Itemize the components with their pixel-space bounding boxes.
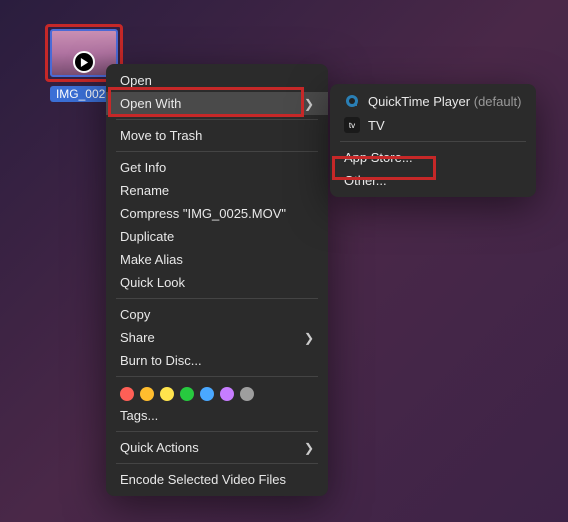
tv-icon: tv — [344, 117, 360, 133]
tag-yellow[interactable] — [160, 387, 174, 401]
tag-purple[interactable] — [220, 387, 234, 401]
menu-quick-actions-label: Quick Actions — [120, 440, 199, 455]
menu-make-alias[interactable]: Make Alias — [106, 248, 328, 271]
tag-gray[interactable] — [240, 387, 254, 401]
divider — [116, 463, 318, 464]
menu-copy-label: Copy — [120, 307, 150, 322]
menu-burn[interactable]: Burn to Disc... — [106, 349, 328, 372]
menu-quick-actions[interactable]: Quick Actions ❯ — [106, 436, 328, 459]
divider — [116, 119, 318, 120]
divider — [116, 298, 318, 299]
menu-compress[interactable]: Compress "IMG_0025.MOV" — [106, 202, 328, 225]
tag-color-row — [106, 381, 328, 404]
submenu-app-store[interactable]: App Store... — [330, 146, 536, 169]
menu-make-alias-label: Make Alias — [120, 252, 183, 267]
chevron-right-icon: ❯ — [304, 441, 314, 455]
menu-rename-label: Rename — [120, 183, 169, 198]
chevron-right-icon: ❯ — [304, 331, 314, 345]
menu-duplicate-label: Duplicate — [120, 229, 174, 244]
divider — [116, 431, 318, 432]
menu-share[interactable]: Share ❯ — [106, 326, 328, 349]
menu-encode-label: Encode Selected Video Files — [120, 472, 286, 487]
menu-open-label: Open — [120, 73, 152, 88]
tag-orange[interactable] — [140, 387, 154, 401]
submenu-quicktime-default: (default) — [474, 94, 522, 109]
menu-quick-look[interactable]: Quick Look — [106, 271, 328, 294]
tag-green[interactable] — [180, 387, 194, 401]
menu-move-to-trash[interactable]: Move to Trash — [106, 124, 328, 147]
menu-open-with-label: Open With — [120, 96, 181, 111]
submenu-tv-label: TV — [368, 118, 385, 133]
quicktime-icon — [344, 93, 360, 109]
chevron-right-icon: ❯ — [304, 97, 314, 111]
menu-burn-label: Burn to Disc... — [120, 353, 202, 368]
menu-quick-look-label: Quick Look — [120, 275, 185, 290]
menu-get-info[interactable]: Get Info — [106, 156, 328, 179]
menu-tags-label: Tags... — [120, 408, 158, 423]
menu-compress-label: Compress "IMG_0025.MOV" — [120, 206, 286, 221]
menu-encode[interactable]: Encode Selected Video Files — [106, 468, 328, 491]
menu-share-label: Share — [120, 330, 155, 345]
menu-tags[interactable]: Tags... — [106, 404, 328, 427]
open-with-submenu: QuickTime Player (default) tv TV App Sto… — [330, 84, 536, 197]
submenu-tv[interactable]: tv TV — [330, 113, 536, 137]
divider — [116, 151, 318, 152]
tag-blue[interactable] — [200, 387, 214, 401]
tag-red[interactable] — [120, 387, 134, 401]
play-icon — [73, 51, 95, 73]
menu-duplicate[interactable]: Duplicate — [106, 225, 328, 248]
menu-move-to-trash-label: Move to Trash — [120, 128, 202, 143]
menu-rename[interactable]: Rename — [106, 179, 328, 202]
divider — [340, 141, 526, 142]
submenu-app-store-label: App Store... — [344, 150, 413, 165]
menu-copy[interactable]: Copy — [106, 303, 328, 326]
menu-get-info-label: Get Info — [120, 160, 166, 175]
submenu-quicktime-label: QuickTime Player — [368, 94, 470, 109]
submenu-other[interactable]: Other... — [330, 169, 536, 192]
submenu-quicktime[interactable]: QuickTime Player (default) — [330, 89, 536, 113]
submenu-other-label: Other... — [344, 173, 387, 188]
menu-open-with[interactable]: Open With ❯ — [106, 92, 328, 115]
divider — [116, 376, 318, 377]
menu-open[interactable]: Open — [106, 69, 328, 92]
context-menu: Open Open With ❯ Move to Trash Get Info … — [106, 64, 328, 496]
